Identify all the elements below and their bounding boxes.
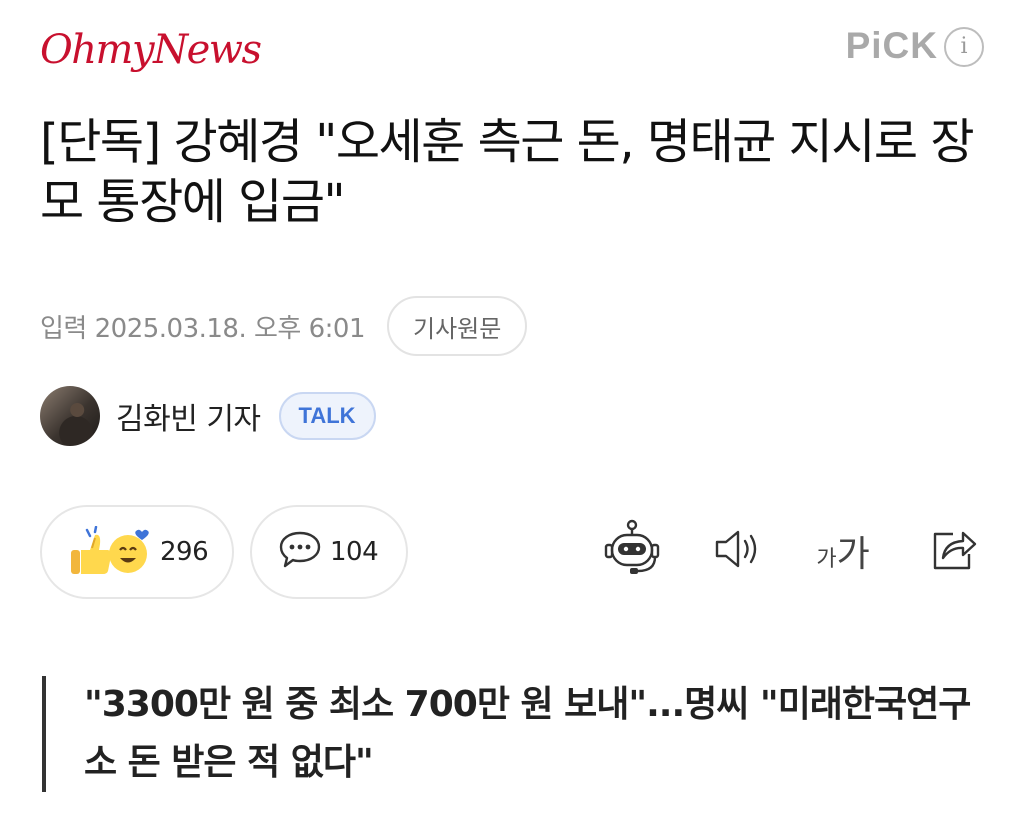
- ai-summary-button[interactable]: [600, 519, 664, 583]
- top-bar: OhmyNews PiCK i: [0, 0, 1024, 100]
- font-size-button[interactable]: 가가: [808, 519, 878, 583]
- talk-button[interactable]: TALK: [278, 392, 376, 440]
- ohmynews-logo[interactable]: OhmyNews: [40, 22, 262, 78]
- article-headline: [단독] 강혜경 "오세훈 측근 돈, 명태균 지시로 장모 통장에 입금": [40, 114, 974, 230]
- reaction-button[interactable]: 296: [40, 505, 234, 599]
- listen-button[interactable]: [710, 519, 766, 583]
- speaker-icon: [713, 527, 763, 575]
- comment-count: 104: [330, 537, 379, 567]
- thumbs-up-smile-emoji-icon: [68, 525, 152, 578]
- share-button[interactable]: [924, 519, 984, 583]
- comment-button[interactable]: 104: [250, 505, 408, 599]
- author-avatar[interactable]: [40, 386, 100, 446]
- font-size-big-glyph: 가: [836, 534, 870, 575]
- font-size-icon: 가가: [816, 525, 869, 577]
- pick-info-button[interactable]: i: [944, 27, 984, 67]
- action-bar: 296 104 가가: [40, 505, 984, 599]
- author-row: 김화빈 기자 TALK: [40, 386, 376, 446]
- share-icon: [929, 526, 979, 576]
- author-name[interactable]: 김화빈 기자: [116, 394, 261, 438]
- robot-icon: [602, 519, 662, 583]
- original-article-button[interactable]: 기사원문: [387, 296, 528, 356]
- speech-bubble-icon: [278, 529, 322, 575]
- font-size-small-glyph: 가: [816, 547, 837, 572]
- article-meta: 입력 2025.03.18. 오후 6:01 기사원문: [40, 296, 528, 356]
- article-subtitle: "3300만 원 중 최소 700만 원 보내"...명씨 "미래한국연구소 돈…: [42, 676, 982, 792]
- pick-label: PiCK: [845, 25, 938, 66]
- reaction-count: 296: [160, 537, 209, 567]
- publish-date: 입력 2025.03.18. 오후 6:01: [40, 313, 366, 344]
